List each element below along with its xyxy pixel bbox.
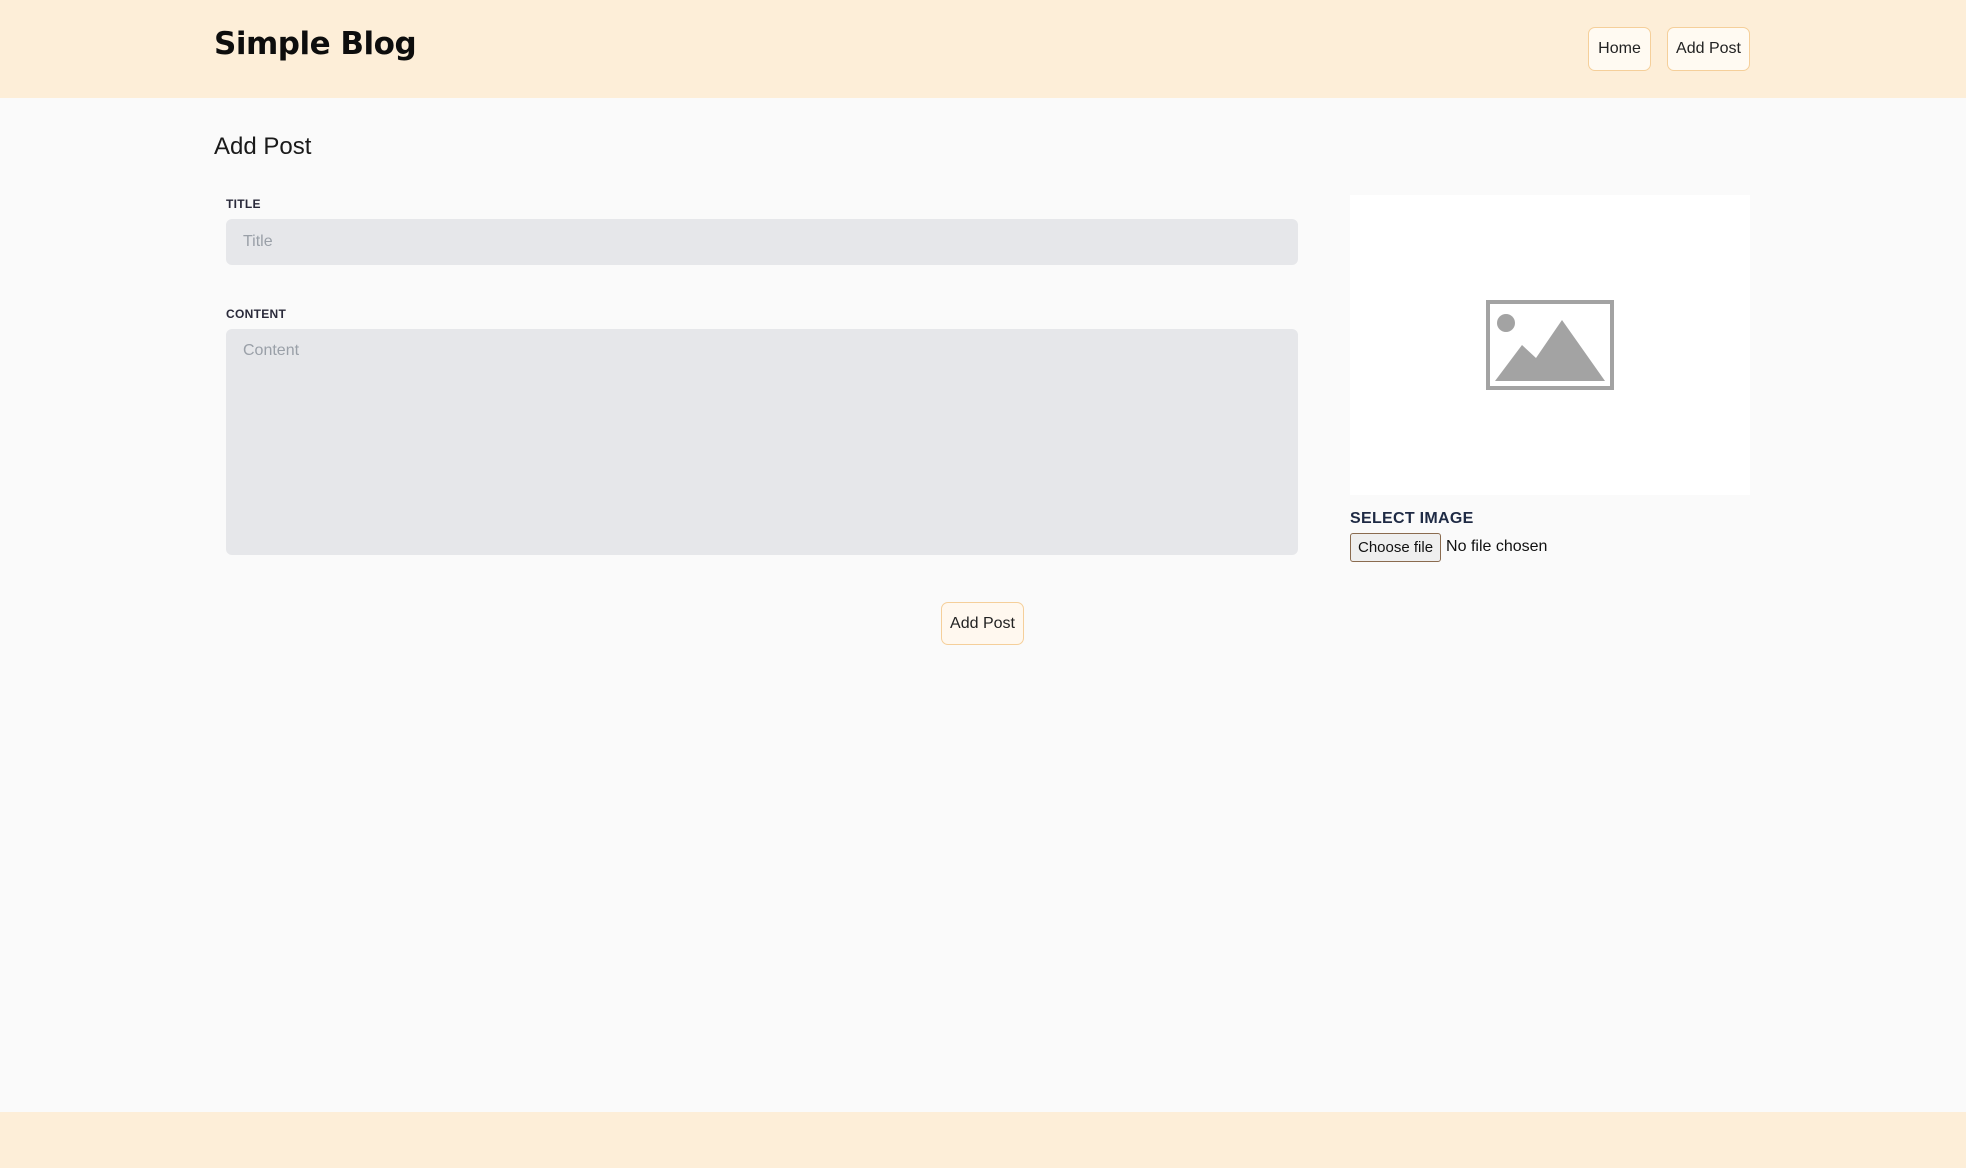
choose-file-button[interactable]: Choose file: [1350, 532, 1442, 562]
top-navbar: Simple Blog Home Add Post: [0, 0, 1966, 98]
title-input[interactable]: [226, 219, 1298, 265]
content-textarea[interactable]: [226, 329, 1298, 555]
content-label: CONTENT: [226, 307, 287, 321]
image-placeholder-icon: [1486, 300, 1614, 390]
title-label: TITLE: [226, 197, 261, 211]
brand-title[interactable]: Simple Blog: [214, 26, 417, 62]
page-title: Add Post: [214, 133, 312, 160]
file-status-text: No file chosen: [1446, 538, 1548, 555]
file-input[interactable]: Choose file No file chosen: [1350, 532, 1547, 562]
select-image-label: SELECT IMAGE: [1350, 510, 1474, 527]
footer: [0, 1112, 1966, 1168]
image-preview: [1350, 195, 1750, 495]
add-post-submit-button[interactable]: Add Post: [941, 602, 1024, 645]
nav-add-post-button[interactable]: Add Post: [1667, 27, 1750, 71]
nav-home-button[interactable]: Home: [1588, 27, 1651, 71]
